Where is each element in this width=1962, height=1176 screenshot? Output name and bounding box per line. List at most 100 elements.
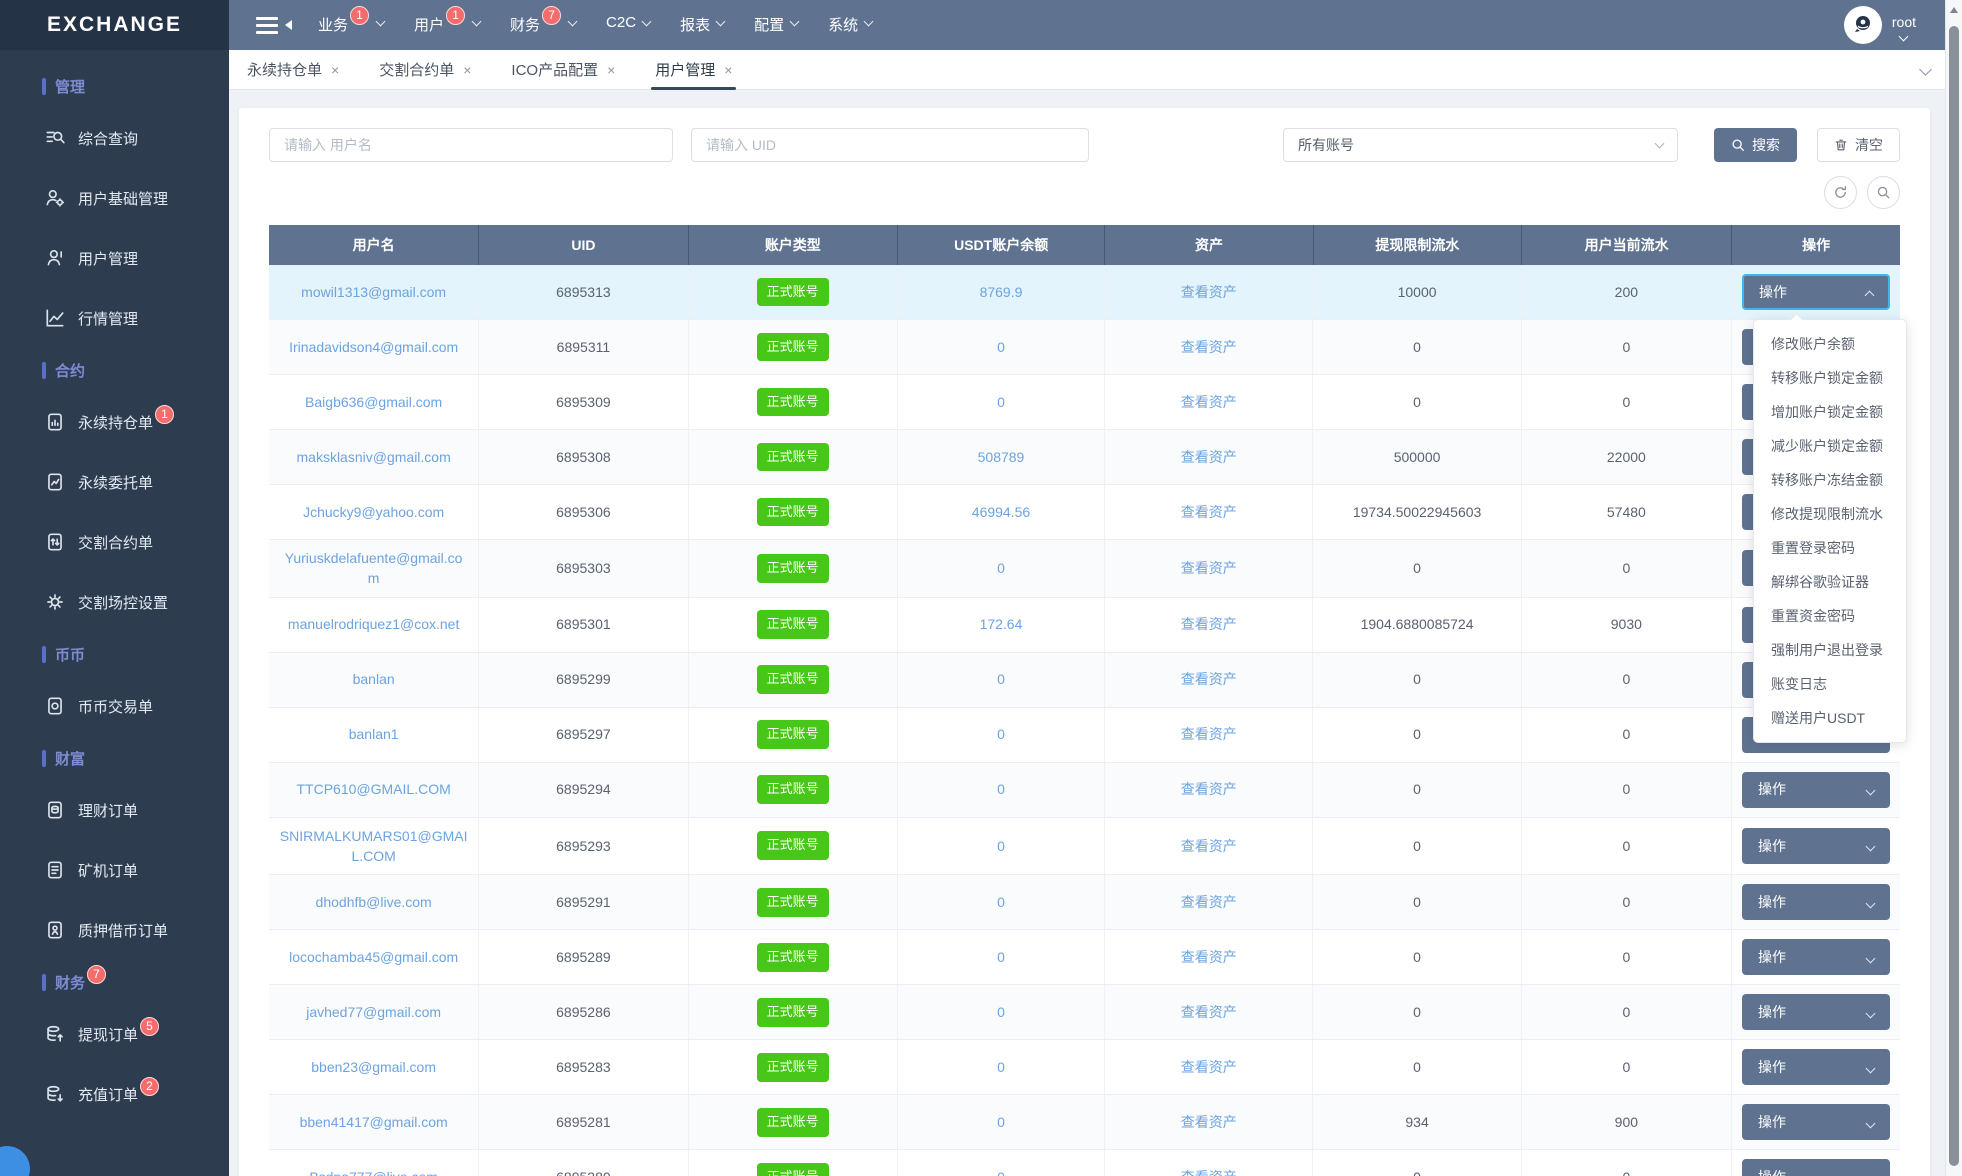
- usdt-balance-link[interactable]: 172.64: [980, 614, 1023, 634]
- usdt-balance-link[interactable]: 0: [997, 1002, 1005, 1022]
- username-link[interactable]: locochamba45@gmail.com: [289, 947, 458, 967]
- usdt-balance-link[interactable]: 8769.9: [980, 282, 1023, 302]
- view-assets-link[interactable]: 查看资产: [1181, 779, 1237, 799]
- view-assets-link[interactable]: 查看资产: [1181, 947, 1237, 967]
- view-assets-link[interactable]: 查看资产: [1181, 1167, 1237, 1176]
- row-action-button[interactable]: 操作: [1741, 827, 1890, 864]
- username-link[interactable]: SNIRMALKUMARS01@GMAIL.COM: [279, 826, 468, 867]
- usdt-balance-link[interactable]: 0: [997, 724, 1005, 744]
- view-assets-link[interactable]: 查看资产: [1181, 337, 1237, 357]
- sidebar-item[interactable]: 行情管理: [0, 288, 229, 348]
- usdt-balance-link[interactable]: 0: [997, 337, 1005, 357]
- tab-close-icon[interactable]: ×: [463, 62, 471, 78]
- sidebar-item[interactable]: 质押借币订单: [0, 900, 229, 960]
- page-tab[interactable]: 用户管理 ×: [651, 50, 737, 90]
- usdt-balance-link[interactable]: 0: [997, 779, 1005, 799]
- nav-menu-item[interactable]: 财务 7: [510, 0, 578, 50]
- action-menu-item[interactable]: 重置资金密码: [1754, 599, 1906, 633]
- usdt-balance-link[interactable]: 0: [997, 892, 1005, 912]
- page-tab[interactable]: ICO产品配置 ×: [511, 50, 615, 90]
- usdt-balance-link[interactable]: 508789: [978, 447, 1025, 467]
- username-search-input[interactable]: [269, 128, 673, 162]
- usdt-balance-link[interactable]: 0: [997, 1057, 1005, 1077]
- action-menu-item[interactable]: 赠送用户USDT: [1754, 701, 1906, 735]
- view-assets-link[interactable]: 查看资产: [1181, 282, 1237, 302]
- row-action-button[interactable]: 操作: [1741, 994, 1890, 1031]
- account-type-select[interactable]: 所有账号: [1283, 128, 1678, 162]
- action-menu-item[interactable]: 减少账户锁定金额: [1754, 429, 1906, 463]
- view-assets-link[interactable]: 查看资产: [1181, 669, 1237, 689]
- username-link[interactable]: banlan1: [349, 724, 399, 744]
- refresh-button[interactable]: [1824, 176, 1857, 209]
- nav-menu-item[interactable]: 报表: [680, 0, 726, 50]
- action-menu-item[interactable]: 增加账户锁定金额: [1754, 395, 1906, 429]
- view-assets-link[interactable]: 查看资产: [1181, 1112, 1237, 1132]
- nav-menu-item[interactable]: 配置: [754, 0, 800, 50]
- clear-button[interactable]: 清空: [1817, 128, 1900, 162]
- tab-close-icon[interactable]: ×: [724, 62, 732, 78]
- row-action-button[interactable]: 操作: [1741, 1104, 1890, 1141]
- sidebar-item[interactable]: 用户基础管理: [0, 168, 229, 228]
- username-link[interactable]: banlan: [353, 669, 395, 689]
- view-assets-link[interactable]: 查看资产: [1181, 1002, 1237, 1022]
- sidebar-item[interactable]: 永续委托单: [0, 452, 229, 512]
- view-assets-link[interactable]: 查看资产: [1181, 836, 1237, 856]
- username-link[interactable]: dhodhfb@live.com: [316, 892, 432, 912]
- nav-menu-item[interactable]: 业务 1: [318, 0, 386, 50]
- tab-list-chevron-button[interactable]: [1919, 61, 1944, 79]
- view-assets-link[interactable]: 查看资产: [1181, 892, 1237, 912]
- page-tab[interactable]: 交割合约单 ×: [379, 50, 471, 90]
- action-menu-item[interactable]: 转移账户冻结金额: [1754, 463, 1906, 497]
- username-link[interactable]: Yuriuskdelafuente@gmail.com: [279, 548, 468, 589]
- username-link[interactable]: Irinadavidson4@gmail.com: [289, 337, 458, 357]
- sidebar-item[interactable]: 永续持仓单 1: [0, 392, 229, 452]
- username-link[interactable]: Baigb636@gmail.com: [305, 392, 442, 412]
- username-link[interactable]: TTCP610@GMAIL.COM: [297, 779, 451, 799]
- username-link[interactable]: mowil1313@gmail.com: [301, 282, 446, 302]
- sidebar-item[interactable]: 理财订单: [0, 780, 229, 840]
- user-menu[interactable]: root: [1843, 0, 1916, 50]
- usdt-balance-link[interactable]: 46994.56: [972, 502, 1030, 522]
- nav-menu-item[interactable]: C2C: [606, 0, 652, 50]
- sidebar-item[interactable]: 综合查询: [0, 108, 229, 168]
- view-assets-link[interactable]: 查看资产: [1181, 1057, 1237, 1077]
- uid-search-input[interactable]: [691, 128, 1089, 162]
- column-search-button[interactable]: [1867, 176, 1900, 209]
- tab-close-icon[interactable]: ×: [331, 62, 339, 78]
- sidebar-item[interactable]: 币币交易单: [0, 676, 229, 736]
- scrollbar-thumb[interactable]: [1949, 26, 1959, 1166]
- action-menu-item[interactable]: 解绑谷歌验证器: [1754, 565, 1906, 599]
- sidebar-item[interactable]: 用户管理: [0, 228, 229, 288]
- action-menu-item[interactable]: 转移账户锁定金额: [1754, 361, 1906, 395]
- nav-menu-item[interactable]: 用户 1: [414, 0, 482, 50]
- usdt-balance-link[interactable]: 0: [997, 836, 1005, 856]
- view-assets-link[interactable]: 查看资产: [1181, 447, 1237, 467]
- nav-menu-item[interactable]: 系统: [828, 0, 874, 50]
- usdt-balance-link[interactable]: 0: [997, 558, 1005, 578]
- view-assets-link[interactable]: 查看资产: [1181, 558, 1237, 578]
- row-action-button[interactable]: 操作: [1741, 1159, 1890, 1176]
- view-assets-link[interactable]: 查看资产: [1181, 724, 1237, 744]
- row-action-button[interactable]: 操作: [1741, 1049, 1890, 1086]
- view-assets-link[interactable]: 查看资产: [1181, 614, 1237, 634]
- row-action-button[interactable]: 操作: [1741, 274, 1890, 310]
- usdt-balance-link[interactable]: 0: [997, 1112, 1005, 1132]
- username-link[interactable]: Jchucky9@yahoo.com: [303, 502, 444, 522]
- action-menu-item[interactable]: 账变日志: [1754, 667, 1906, 701]
- tab-close-icon[interactable]: ×: [607, 62, 615, 78]
- action-menu-item[interactable]: 修改账户余额: [1754, 327, 1906, 361]
- usdt-balance-link[interactable]: 0: [997, 1167, 1005, 1176]
- scrollbar-up-arrow[interactable]: [1950, 7, 1958, 13]
- action-menu-item[interactable]: 修改提现限制流水: [1754, 497, 1906, 531]
- row-action-button[interactable]: 操作: [1741, 884, 1890, 921]
- row-action-button[interactable]: 操作: [1741, 771, 1890, 808]
- action-menu-item[interactable]: 重置登录密码: [1754, 531, 1906, 565]
- sidebar-item[interactable]: 交割合约单: [0, 512, 229, 572]
- search-button[interactable]: 搜索: [1714, 128, 1797, 162]
- usdt-balance-link[interactable]: 0: [997, 392, 1005, 412]
- sidebar-item[interactable]: 交割场控设置: [0, 572, 229, 632]
- username-link[interactable]: maksklasniv@gmail.com: [297, 447, 451, 467]
- corner-float-button[interactable]: [0, 1146, 30, 1176]
- row-action-button[interactable]: 操作: [1741, 939, 1890, 976]
- page-tab[interactable]: 永续持仓单 ×: [247, 50, 339, 90]
